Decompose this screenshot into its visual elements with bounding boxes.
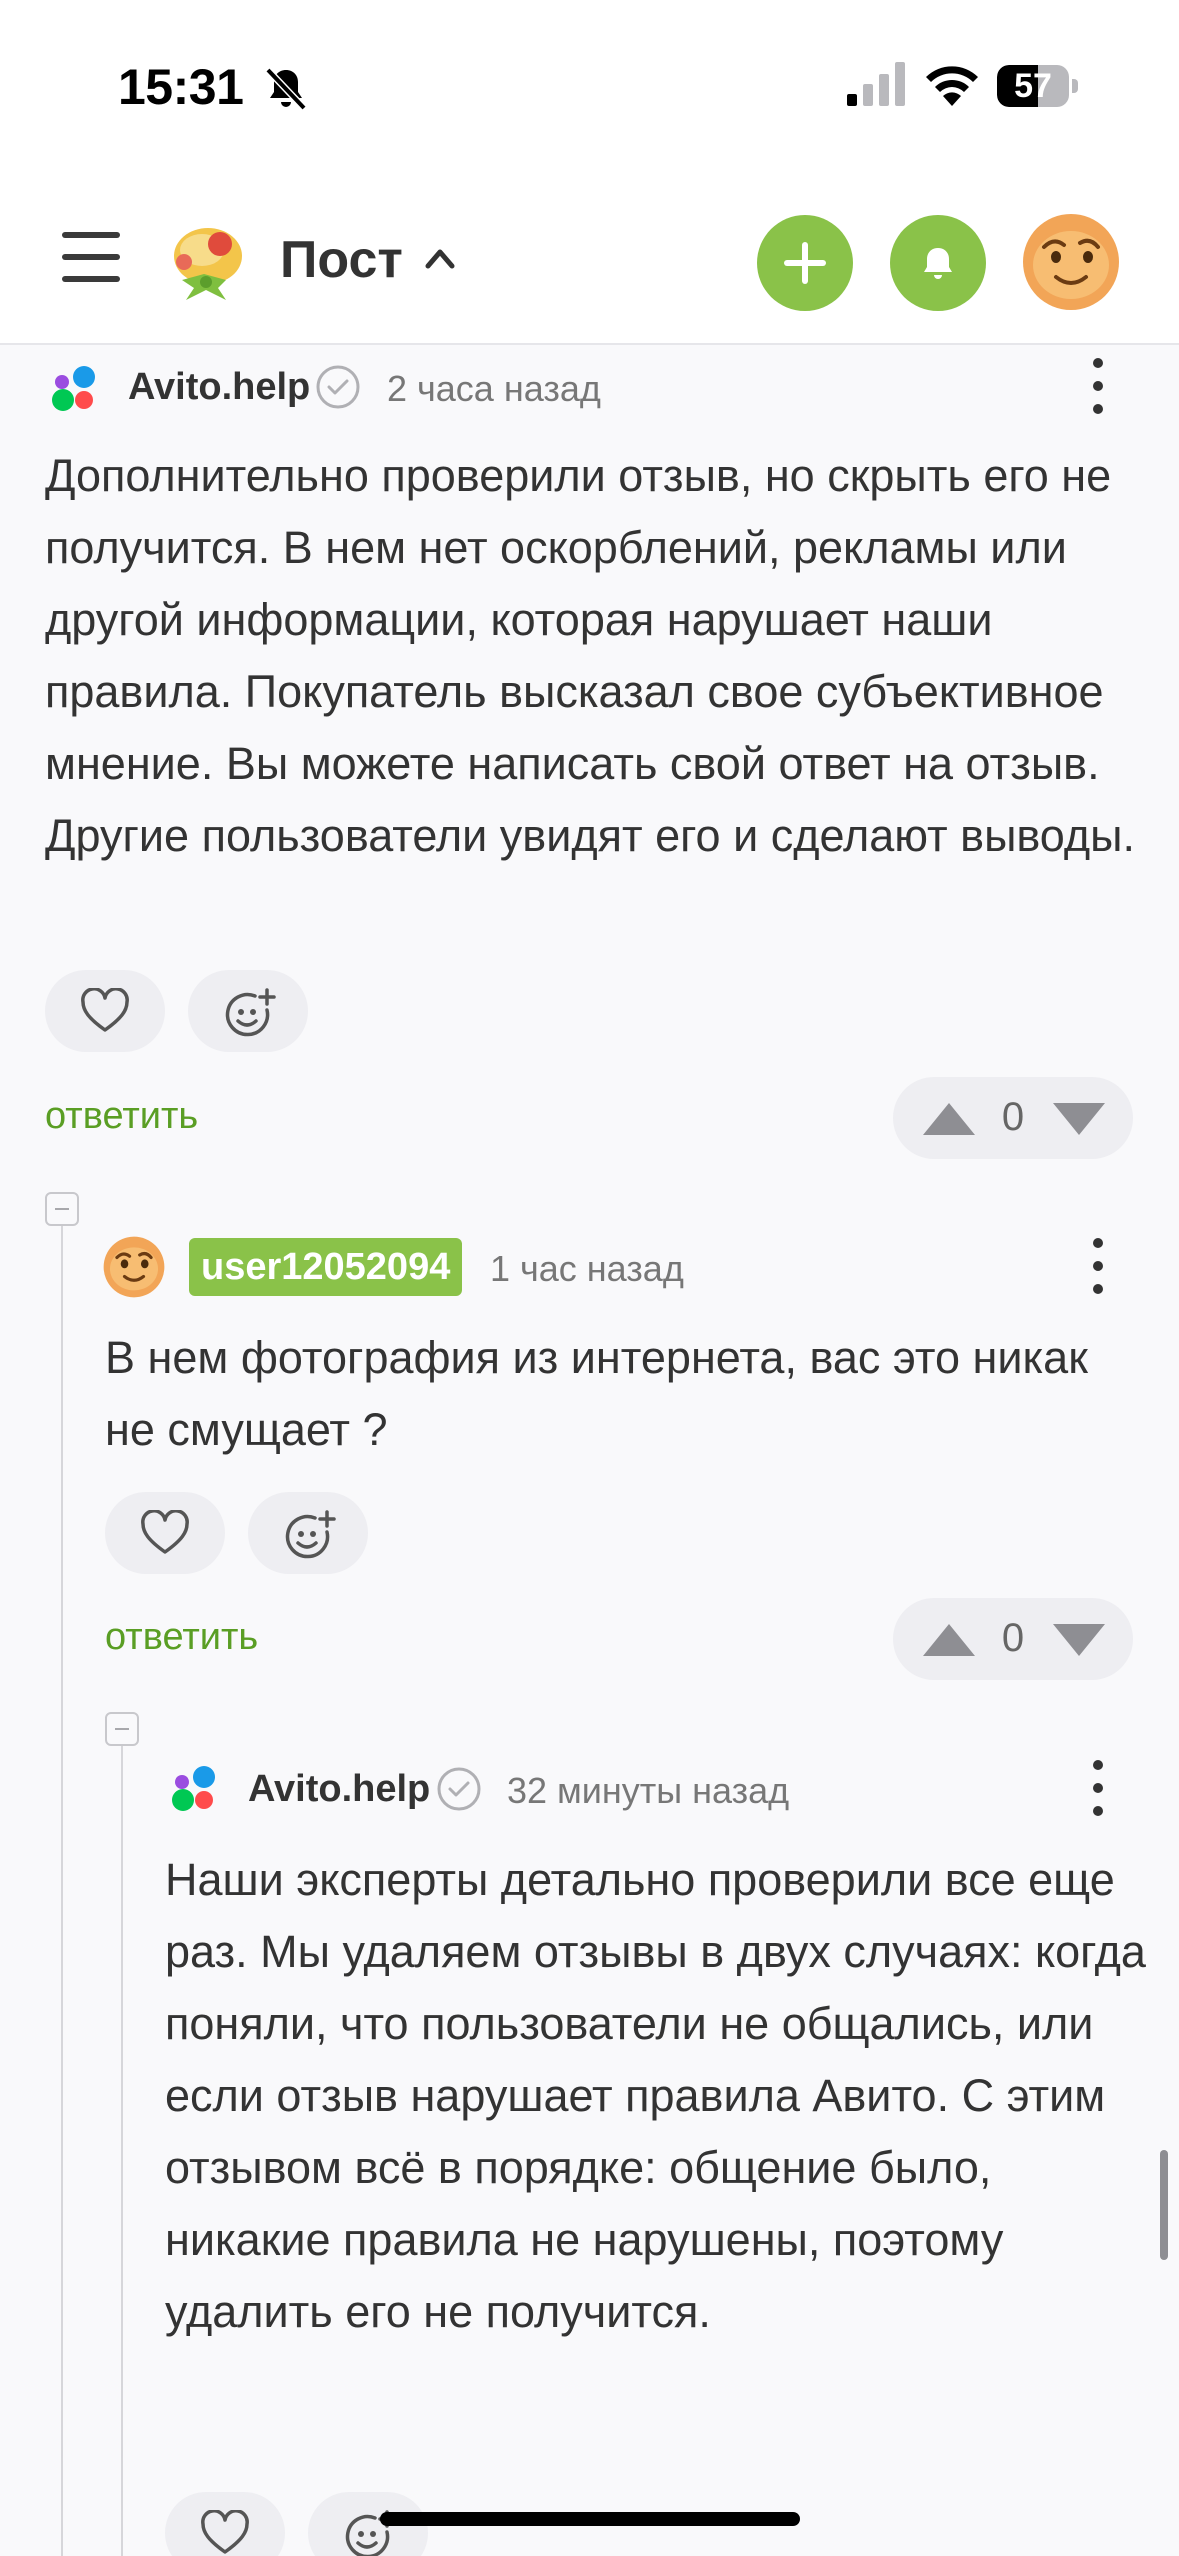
vote-count: 0 [1001, 1616, 1025, 1660]
vote-count: 0 [1001, 1095, 1025, 1139]
signal-icon [847, 62, 905, 106]
like-button[interactable] [45, 970, 165, 1052]
heart-icon [201, 2510, 249, 2554]
pikabu-logo[interactable] [162, 218, 248, 304]
plus-icon [784, 242, 826, 284]
avito-avatar-icon[interactable] [168, 1762, 220, 1814]
more-icon[interactable] [1088, 1234, 1108, 1298]
verified-icon [437, 1767, 481, 1811]
like-button[interactable] [105, 1492, 225, 1574]
profile-avatar[interactable] [1022, 213, 1120, 311]
arrow-up-icon[interactable] [921, 1101, 977, 1137]
verified-icon [316, 365, 360, 409]
comment-time: 1 час назад [490, 1248, 684, 1289]
reply-link[interactable]: ответить [105, 1616, 258, 1659]
comment-time: 2 часа назад [387, 368, 601, 409]
arrow-up-icon[interactable] [921, 1622, 977, 1658]
collapse-icon[interactable] [45, 1192, 79, 1226]
smile-add-icon [285, 1510, 336, 1559]
user-avatar[interactable] [103, 1236, 165, 1298]
comment-text: Дополнительно проверили отзыв, но скрыть… [45, 450, 1135, 861]
arrow-down-icon[interactable] [1051, 1622, 1107, 1658]
comment-author[interactable]: user12052094 [189, 1238, 463, 1296]
wifi-icon [926, 66, 978, 106]
comment-author[interactable]: Avito.help [128, 366, 310, 409]
avito-avatar-icon[interactable] [48, 362, 100, 414]
comment-author[interactable]: Avito.help [248, 1768, 430, 1811]
status-bar: 15:31 57 [0, 0, 1179, 170]
collapse-icon[interactable] [105, 1712, 139, 1746]
heart-icon [141, 1510, 189, 1554]
battery-indicator: 57 [997, 65, 1079, 107]
thread-line [61, 1212, 63, 2556]
more-icon[interactable] [1088, 354, 1108, 418]
heart-icon [81, 988, 129, 1032]
add-reaction-button[interactable] [188, 970, 308, 1052]
thread-line [121, 1732, 123, 2556]
add-reaction-button[interactable] [248, 1492, 368, 1574]
battery-percent: 57 [1014, 67, 1052, 105]
add-post-button[interactable] [757, 215, 853, 311]
reply-link[interactable]: ответить [45, 1095, 198, 1138]
like-button[interactable] [165, 2492, 285, 2556]
vote-box: 0 [893, 1598, 1133, 1680]
scrollbar[interactable] [1160, 2150, 1168, 2260]
arrow-down-icon[interactable] [1051, 1101, 1107, 1137]
comment-text: В нем фотография из интернета, вас это н… [105, 1332, 1088, 1455]
chevron-up-icon[interactable] [422, 242, 458, 272]
home-indicator[interactable] [380, 2512, 800, 2526]
notifications-button[interactable] [890, 215, 986, 311]
smile-add-icon [225, 988, 276, 1037]
menu-button[interactable] [62, 232, 120, 282]
comment-text: Наши эксперты детально проверили все еще… [165, 1854, 1146, 2337]
vote-box: 0 [893, 1077, 1133, 1159]
status-time: 15:31 [118, 59, 244, 115]
more-icon[interactable] [1088, 1756, 1108, 1820]
bell-icon [924, 248, 952, 279]
app-header: Пост [0, 170, 1179, 345]
comment-time: 32 минуты назад [507, 1770, 790, 1811]
page-title[interactable]: Пост [280, 230, 403, 290]
bell-off-icon [265, 67, 307, 111]
